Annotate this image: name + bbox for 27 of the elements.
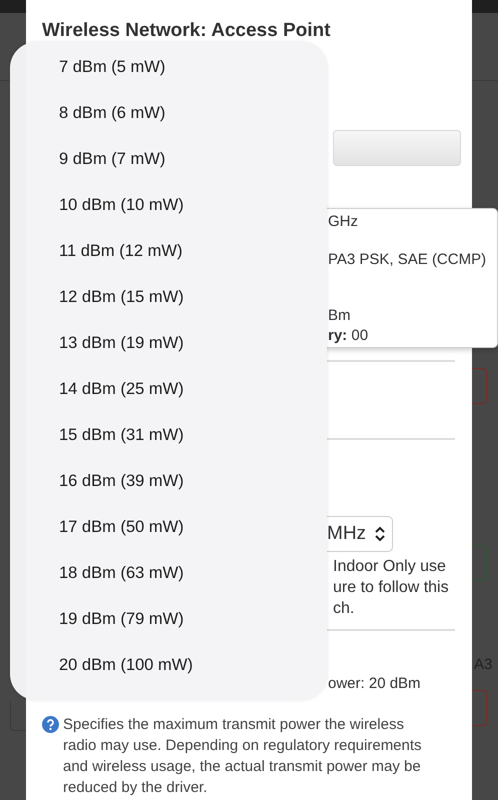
menu-option[interactable]: 12 dBm (15 mW): [10, 274, 327, 320]
menu-option[interactable]: 11 dBm (12 mW): [10, 228, 327, 274]
menu-option[interactable]: 8 dBm (6 mW): [10, 90, 327, 136]
note-text: ure to follow this: [333, 578, 449, 598]
menu-option[interactable]: 20 dBm (100 mW): [10, 642, 327, 688]
menu-option[interactable]: 17 dBm (50 mW): [10, 504, 327, 550]
note-text: Indoor Only use: [333, 557, 447, 577]
menu-option[interactable]: 15 dBm (31 mW): [10, 412, 327, 458]
current-power-text: ower: 20 dBm: [328, 675, 421, 692]
menu-option[interactable]: 9 dBm (7 mW): [10, 136, 327, 182]
info-text: GHz: [328, 212, 359, 232]
info-text: ry: 00: [328, 326, 370, 346]
chevron-updown-icon: [374, 526, 386, 542]
info-text: Bm: [328, 306, 352, 326]
menu-option[interactable]: 18 dBm (63 mW): [10, 550, 327, 596]
help-icon: [42, 716, 59, 733]
menu-option[interactable]: 16 dBm (39 mW): [10, 458, 327, 504]
help-text: Specifies the maximum transmit power the wireless radio may use. Depending on regulatory requirements and wireless usage, the actual transmit power may be reduced by the driver.: [63, 715, 423, 798]
menu-option[interactable]: 7 dBm (5 mW): [10, 44, 327, 90]
dialog-title: Wireless Network: Access Point: [41, 19, 332, 42]
menu-option[interactable]: 13 dBm (19 mW): [10, 320, 327, 366]
note-text: ch.: [333, 599, 356, 619]
text-field[interactable]: [333, 130, 461, 166]
menu-option[interactable]: 10 dBm (10 mW): [10, 182, 327, 228]
info-text: PA3 PSK, SAE (CCMP): [328, 250, 488, 270]
menu-option[interactable]: 14 dBm (25 mW): [10, 366, 327, 412]
menu-option[interactable]: 19 dBm (79 mW): [10, 596, 327, 642]
